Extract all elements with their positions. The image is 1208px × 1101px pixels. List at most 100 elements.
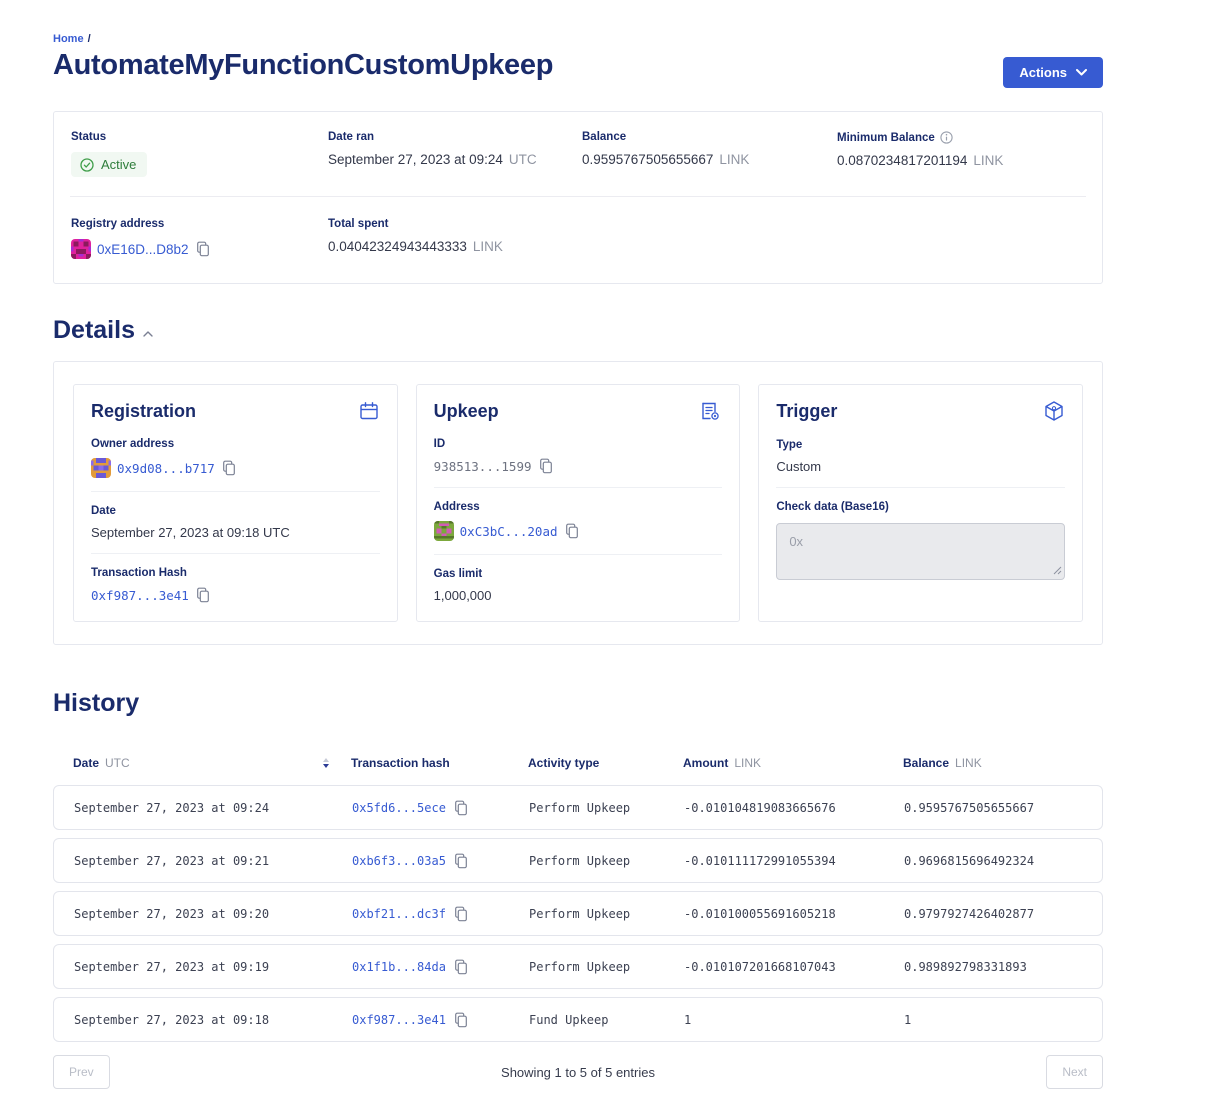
owner-address-link[interactable]: 0x9d08...b717 <box>117 461 215 476</box>
copy-icon[interactable] <box>453 1012 468 1028</box>
registration-date-value: September 27, 2023 at 09:18 UTC <box>91 525 290 540</box>
column-transaction-hash: Transaction hash <box>351 756 528 770</box>
registry-identicon <box>71 239 91 259</box>
history-table-header: Date UTC Transaction hash Activity type … <box>53 756 1103 770</box>
sort-icon[interactable] <box>323 758 329 769</box>
info-icon[interactable] <box>940 131 953 144</box>
upkeep-address-identicon <box>434 521 454 541</box>
divider <box>91 491 380 492</box>
total-spent-label: Total spent <box>328 218 582 230</box>
column-balance-suffix: LINK <box>955 756 982 770</box>
min-balance-field: Minimum Balance 0.0870234817201194 LINK <box>837 131 1085 177</box>
history-rows: September 27, 2023 at 09:24 0x5fd6...5ec… <box>53 785 1103 1042</box>
check-circle-icon <box>80 158 94 172</box>
collapse-caret-icon[interactable] <box>143 331 153 337</box>
min-balance-value: 0.0870234817201194 <box>837 153 967 168</box>
registry-address-link[interactable]: 0xE16D...D8b2 <box>97 242 189 257</box>
copy-icon[interactable] <box>195 241 210 257</box>
breadcrumb: Home / <box>53 33 1103 45</box>
divider <box>776 487 1065 488</box>
pagination: Prev Showing 1 to 5 of 5 entries Next <box>53 1055 1103 1101</box>
column-date: Date UTC <box>73 756 351 770</box>
registration-card: Registration Owner address 0x9d08...b717 <box>73 384 398 622</box>
status-badge: Active <box>71 152 147 177</box>
breadcrumb-home-link[interactable]: Home <box>53 33 84 45</box>
status-badge-label: Active <box>101 157 136 172</box>
copy-icon[interactable] <box>453 906 468 922</box>
copy-icon[interactable] <box>453 800 468 816</box>
row-date: September 27, 2023 at 09:21 <box>74 854 352 868</box>
row-activity: Perform Upkeep <box>529 801 684 815</box>
registry-label: Registry address <box>71 218 328 230</box>
row-date: September 27, 2023 at 09:20 <box>74 907 352 921</box>
divider <box>91 553 380 554</box>
next-button[interactable]: Next <box>1046 1055 1103 1089</box>
table-row: September 27, 2023 at 09:21 0xb6f3...03a… <box>53 838 1103 883</box>
chevron-down-icon <box>1076 69 1087 76</box>
check-data-textarea[interactable] <box>776 523 1065 580</box>
transaction-hash-label: Transaction Hash <box>91 567 380 579</box>
date-ran-suffix: UTC <box>509 152 537 167</box>
document-gear-icon <box>698 400 722 422</box>
page-title: AutomateMyFunctionCustomUpkeep <box>53 49 553 82</box>
copy-icon[interactable] <box>453 959 468 975</box>
details-card: Registration Owner address 0x9d08...b717 <box>53 361 1103 645</box>
row-amount: -0.010107201668107043 <box>684 960 904 974</box>
copy-icon[interactable] <box>453 853 468 869</box>
gas-limit-value: 1,000,000 <box>434 588 492 603</box>
upkeep-address-link[interactable]: 0xC3bC...20ad <box>460 524 558 539</box>
column-date-label: Date <box>73 756 99 770</box>
breadcrumb-separator: / <box>88 33 91 45</box>
upkeep-id-value: 938513...1599 <box>434 459 532 474</box>
owner-identicon <box>91 458 111 478</box>
registry-field: Registry address 0xE16D...D8b2 <box>71 218 328 259</box>
status-label: Status <box>71 131 328 143</box>
row-balance: 1 <box>904 1013 1082 1027</box>
row-tx-link[interactable]: 0x1f1b...84da <box>352 960 446 974</box>
row-amount: -0.010104819083665676 <box>684 801 904 815</box>
actions-button[interactable]: Actions <box>1003 57 1103 88</box>
row-activity: Fund Upkeep <box>529 1013 684 1027</box>
copy-icon[interactable] <box>195 587 210 603</box>
row-tx-link[interactable]: 0x5fd6...5ece <box>352 801 446 815</box>
owner-address-label: Owner address <box>91 438 380 450</box>
trigger-type-label: Type <box>776 439 1065 451</box>
table-row: September 27, 2023 at 09:20 0xbf21...dc3… <box>53 891 1103 936</box>
column-amount: Amount LINK <box>683 756 903 770</box>
history-heading: History <box>53 689 1103 718</box>
balance-suffix: LINK <box>719 152 749 167</box>
upkeep-address-label: Address <box>434 501 723 513</box>
row-date: September 27, 2023 at 09:18 <box>74 1013 352 1027</box>
summary-row-2: Registry address 0xE16D...D8b2 Total spe… <box>54 218 1102 259</box>
details-heading: Details <box>53 316 1103 345</box>
row-amount: 1 <box>684 1013 904 1027</box>
balance-label: Balance <box>582 131 837 143</box>
min-balance-label: Minimum Balance <box>837 132 935 144</box>
copy-icon[interactable] <box>221 460 236 476</box>
copy-icon[interactable] <box>538 458 553 474</box>
prev-button[interactable]: Prev <box>53 1055 110 1089</box>
divider <box>434 487 723 488</box>
copy-icon[interactable] <box>564 523 579 539</box>
min-balance-suffix: LINK <box>973 153 1003 168</box>
page: Home / AutomateMyFunctionCustomUpkeep Act… <box>53 0 1103 1101</box>
total-spent-field: Total spent 0.04042324943443333LINK <box>328 218 582 259</box>
column-date-suffix: UTC <box>105 756 130 770</box>
row-tx-link[interactable]: 0xf987...3e41 <box>352 1013 446 1027</box>
divider <box>434 554 723 555</box>
date-ran-field: Date ran September 27, 2023 at 09:24UTC <box>328 131 582 177</box>
column-balance-label: Balance <box>903 756 949 770</box>
gas-limit-label: Gas limit <box>434 568 723 580</box>
total-spent-suffix: LINK <box>473 239 503 254</box>
row-balance: 0.9797927426402877 <box>904 907 1082 921</box>
row-tx-link[interactable]: 0xbf21...dc3f <box>352 907 446 921</box>
summary-row-1: Status Active Date ran September 27, 202… <box>54 131 1102 177</box>
registration-date-label: Date <box>91 505 380 517</box>
calendar-icon <box>358 400 380 422</box>
registration-title: Registration <box>91 401 196 422</box>
row-activity: Perform Upkeep <box>529 854 684 868</box>
title-row: AutomateMyFunctionCustomUpkeep Actions <box>53 49 1103 88</box>
upkeep-id-label: ID <box>434 438 723 450</box>
row-tx-link[interactable]: 0xb6f3...03a5 <box>352 854 446 868</box>
transaction-hash-link[interactable]: 0xf987...3e41 <box>91 588 189 603</box>
